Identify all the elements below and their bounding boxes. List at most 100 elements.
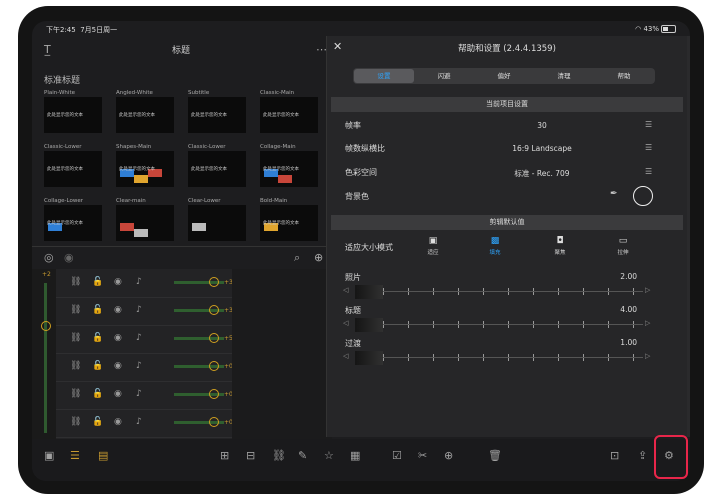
- lock-icon[interactable]: 🔓: [92, 305, 103, 315]
- decrease-arrow-icon[interactable]: ◁: [343, 352, 348, 360]
- increase-arrow-icon[interactable]: ▷: [645, 352, 650, 360]
- tile-thumbnail: 此处显示您的文本: [188, 151, 246, 187]
- photo-icon[interactable]: ▦: [350, 449, 360, 462]
- tab-2[interactable]: 偏好: [474, 69, 534, 83]
- tab-3[interactable]: 清理: [534, 69, 594, 83]
- title-template-tile[interactable]: Angled-White 此处显示您的文本: [116, 89, 174, 133]
- title-template-tile[interactable]: Bold-Main 此处显示您的文本: [260, 197, 318, 241]
- title-template-tile[interactable]: Clear-Lower: [188, 197, 246, 241]
- increase-arrow-icon[interactable]: ▷: [645, 286, 650, 294]
- volume-knob[interactable]: [209, 277, 219, 287]
- star-icon[interactable]: ☆: [324, 449, 334, 462]
- volume-knob[interactable]: [209, 333, 219, 343]
- stop-icon[interactable]: ◉: [64, 251, 74, 264]
- tab-1[interactable]: 闪避: [414, 69, 474, 83]
- title-slider[interactable]: ◁ ▷: [343, 318, 655, 332]
- eye-icon[interactable]: ◉: [114, 389, 122, 399]
- transition-slider[interactable]: ◁ ▷: [343, 351, 655, 365]
- check-icon[interactable]: ☑: [392, 449, 402, 462]
- decrease-arrow-icon[interactable]: ◁: [343, 286, 348, 294]
- background-color-swatch[interactable]: [633, 186, 653, 206]
- increase-arrow-icon[interactable]: ▷: [645, 319, 650, 327]
- link-icon[interactable]: ⛓: [70, 305, 81, 315]
- link-icon[interactable]: ⛓: [70, 333, 81, 343]
- title-template-tile[interactable]: Classic-Lower 此处显示您的文本: [188, 143, 246, 187]
- add-icon[interactable]: ⊕: [444, 449, 453, 462]
- slider-knob[interactable]: [355, 285, 383, 299]
- title-template-tile[interactable]: Shapes-Main 此处显示您的文本: [116, 143, 174, 187]
- speaker-icon[interactable]: ♪: [136, 361, 142, 371]
- eyedropper-icon[interactable]: ✒: [610, 189, 618, 199]
- tile-label: Classic-Main: [260, 90, 295, 96]
- tile-caption: 此处显示您的文本: [119, 113, 155, 118]
- add-clip-icon[interactable]: ⊞: [220, 449, 229, 462]
- scissors-icon[interactable]: ✂: [418, 449, 427, 462]
- volume-knob[interactable]: [209, 361, 219, 371]
- level-knob[interactable]: [41, 321, 51, 331]
- fill-icon: ▩: [490, 236, 500, 246]
- link-icon[interactable]: ⛓: [272, 449, 286, 462]
- check-circle-icon[interactable]: ◎: [44, 251, 54, 264]
- fit-option[interactable]: ▭ 拉伸: [610, 236, 636, 256]
- lock-icon[interactable]: 🔓: [92, 361, 103, 371]
- track-top-number: +2: [42, 271, 51, 278]
- photo-slider[interactable]: ◁ ▷: [343, 285, 655, 299]
- tile-label: Subtitle: [188, 90, 210, 96]
- aspect-menu-icon[interactable]: ☰: [645, 143, 652, 152]
- tab-4[interactable]: 帮助: [594, 69, 654, 83]
- eye-icon[interactable]: ◉: [114, 305, 122, 315]
- grid-icon[interactable]: ⊟: [246, 449, 255, 462]
- status-bar: 下午2:45 7月5日周一 ◠ 43%: [32, 21, 690, 37]
- list-icon[interactable]: ☰: [70, 449, 80, 462]
- storyboard-icon[interactable]: ▤: [98, 449, 108, 462]
- fit-option[interactable]: ◘ 聚焦: [547, 236, 573, 256]
- link-icon[interactable]: ⛓: [70, 389, 81, 399]
- title-template-tile[interactable]: Collage-Lower 此处显示您的文本: [44, 197, 102, 241]
- text-tool-icon[interactable]: T̲: [44, 43, 51, 56]
- tile-caption: 此处显示您的文本: [263, 221, 299, 226]
- search-icon[interactable]: ⌕: [294, 251, 300, 265]
- slider-knob[interactable]: [355, 318, 383, 332]
- link-icon[interactable]: ⛓: [70, 417, 81, 427]
- timeline-area[interactable]: [232, 269, 332, 439]
- volume-knob[interactable]: [209, 417, 219, 427]
- title-template-tile[interactable]: Classic-Lower 此处显示您的文本: [44, 143, 102, 187]
- lock-icon[interactable]: 🔓: [92, 389, 103, 399]
- link-icon[interactable]: ⛓: [70, 277, 81, 287]
- decrease-arrow-icon[interactable]: ◁: [343, 319, 348, 327]
- title-template-tile[interactable]: Collage-Main 此处显示您的文本: [260, 143, 318, 187]
- title-template-tile[interactable]: Classic-Main 此处显示您的文本: [260, 89, 318, 133]
- slider-knob[interactable]: [355, 351, 383, 365]
- eye-icon[interactable]: ◉: [114, 361, 122, 371]
- title-template-tile[interactable]: Clear-main: [116, 197, 174, 241]
- trash-icon[interactable]: 🗑: [488, 449, 502, 462]
- volume-knob[interactable]: [209, 305, 219, 315]
- eye-icon[interactable]: ◉: [114, 333, 122, 343]
- frame-rate-menu-icon[interactable]: ☰: [645, 120, 652, 129]
- layout-icon[interactable]: ⊡: [610, 449, 619, 462]
- volume-knob[interactable]: [209, 389, 219, 399]
- share-icon[interactable]: ⇪: [638, 449, 647, 462]
- zoom-icon[interactable]: ⊕: [314, 251, 323, 264]
- lock-icon[interactable]: 🔓: [92, 417, 103, 427]
- speaker-icon[interactable]: ♪: [136, 417, 142, 427]
- eye-icon[interactable]: ◉: [114, 417, 122, 427]
- speaker-icon[interactable]: ♪: [136, 333, 142, 343]
- color-space-menu-icon[interactable]: ☰: [645, 167, 652, 176]
- fit-option[interactable]: ▩ 填充: [482, 236, 508, 256]
- speaker-icon[interactable]: ♪: [136, 389, 142, 399]
- tile-label: Clear-main: [116, 198, 146, 204]
- slider-track: [355, 324, 643, 325]
- pen-icon[interactable]: ✎: [298, 449, 307, 462]
- eye-icon[interactable]: ◉: [114, 277, 122, 287]
- lock-icon[interactable]: 🔓: [92, 333, 103, 343]
- tab-0[interactable]: 设置: [354, 69, 414, 83]
- lock-icon[interactable]: 🔓: [92, 277, 103, 287]
- title-template-tile[interactable]: Subtitle 此处显示您的文本: [188, 89, 246, 133]
- speaker-icon[interactable]: ♪: [136, 277, 142, 287]
- link-icon[interactable]: ⛓: [70, 361, 81, 371]
- fit-option[interactable]: ▣ 适应: [420, 236, 446, 256]
- title-template-tile[interactable]: Plain-White 此处显示您的文本: [44, 89, 102, 133]
- speaker-icon[interactable]: ♪: [136, 305, 142, 315]
- media-icon[interactable]: ▣: [44, 449, 54, 462]
